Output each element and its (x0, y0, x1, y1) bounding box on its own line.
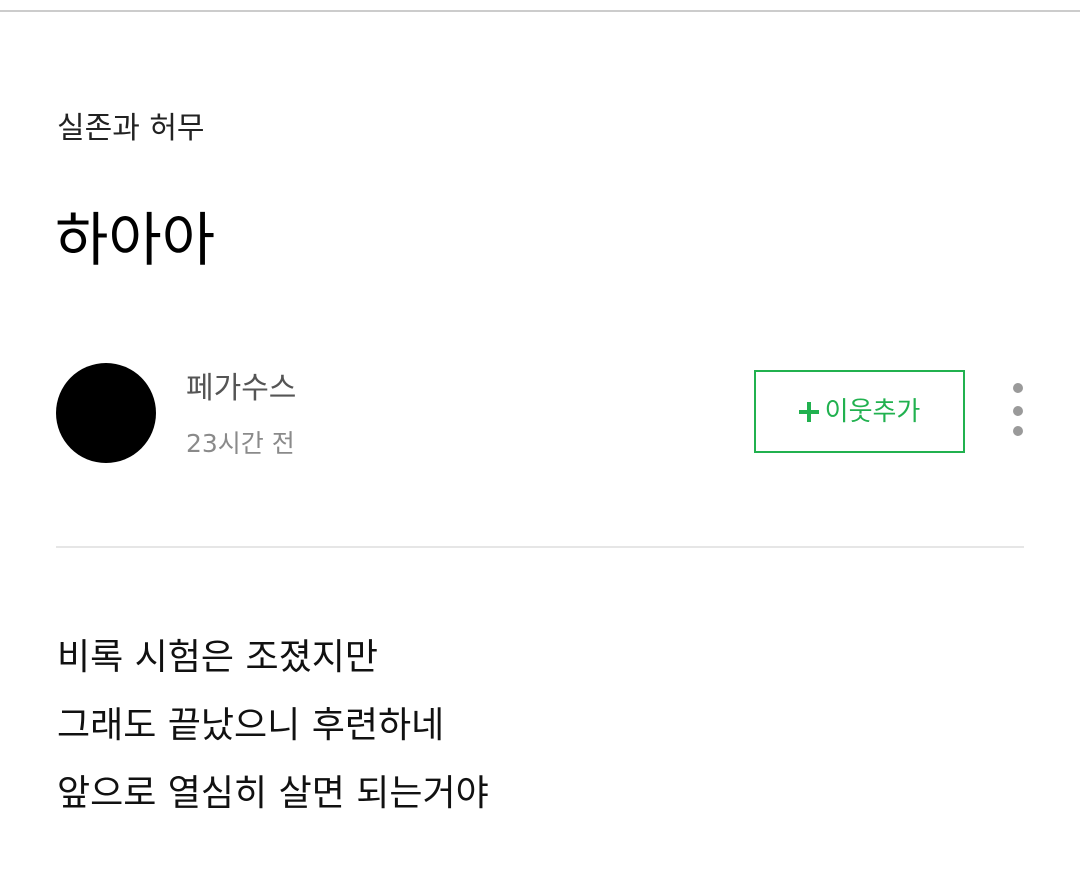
plus-icon (798, 401, 819, 422)
author-avatar[interactable] (56, 363, 156, 463)
more-vertical-icon (1013, 406, 1023, 416)
author-name[interactable]: 페가수스 (186, 370, 296, 408)
post-content: 비록 시험은 조졌지만 그래도 끝났으니 후련하네 앞으로 열심히 살면 되는거… (57, 624, 1017, 828)
more-options-button[interactable] (1000, 382, 1036, 440)
content-line: 앞으로 열심히 살면 되는거야 (57, 773, 489, 814)
post-timestamp: 23시간 전 (186, 429, 295, 458)
more-vertical-icon (1013, 383, 1023, 393)
post-category[interactable]: 실존과 허무 (57, 111, 205, 147)
add-neighbor-button[interactable]: 이웃추가 (754, 370, 965, 453)
post-title: 하아아 (55, 206, 216, 274)
add-neighbor-label: 이웃추가 (824, 396, 921, 427)
top-border (0, 10, 1080, 12)
header-divider (56, 546, 1024, 548)
content-line: 비록 시험은 조졌지만 (57, 637, 378, 678)
content-line: 그래도 끝났으니 후련하네 (57, 705, 445, 746)
more-vertical-icon (1013, 426, 1023, 436)
